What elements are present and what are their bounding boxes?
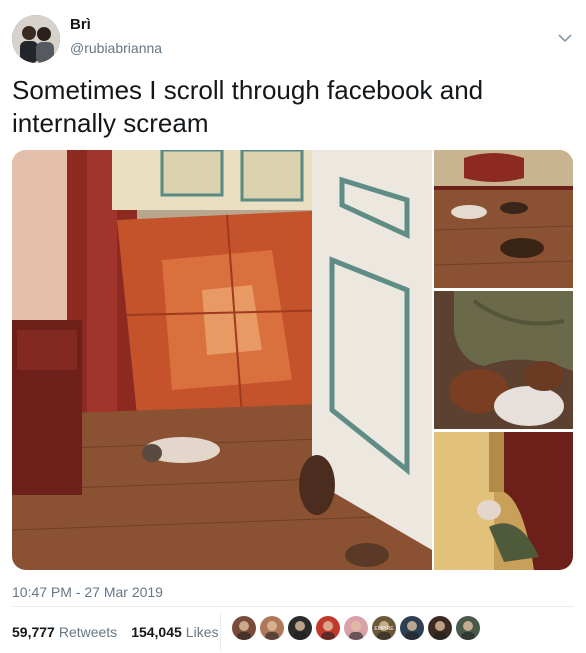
- likes-count: 154,045: [131, 624, 182, 640]
- avatar-icon: [288, 616, 312, 640]
- photo-main[interactable]: [12, 150, 432, 570]
- tweet-timestamp[interactable]: 10:47 PM - 27 Mar 2019: [12, 584, 163, 600]
- divider: [12, 606, 574, 607]
- avatar-icon: [344, 616, 368, 640]
- engagement-stats: 59,777 Retweets 154,045 Likes: [12, 620, 232, 644]
- author-handle[interactable]: @rubiabrianna: [70, 40, 162, 56]
- avatar-icon: [456, 616, 480, 640]
- author-avatar[interactable]: [12, 15, 60, 63]
- likes-stat[interactable]: 154,045 Likes: [131, 624, 218, 640]
- liker-avatar-6[interactable]: EMPIRE: [372, 616, 396, 640]
- retweets-stat[interactable]: 59,777 Retweets: [12, 624, 117, 640]
- photo-side-3[interactable]: [434, 432, 573, 570]
- photo-side-1[interactable]: [434, 150, 573, 288]
- retweets-label: Retweets: [58, 624, 118, 640]
- avatar-icon: [260, 616, 284, 640]
- avatar-icon: [316, 616, 340, 640]
- avatar-icon: [428, 616, 452, 640]
- retweets-count: 59,777: [12, 624, 55, 640]
- avatar-badge-text: EMPIRE: [374, 626, 394, 632]
- liker-avatar-4[interactable]: [316, 616, 340, 640]
- liker-avatars: EMPIRE: [232, 616, 484, 640]
- liker-avatar-2[interactable]: [260, 616, 284, 640]
- avatar-icon: [400, 616, 424, 640]
- divider-vertical: [220, 612, 221, 652]
- photo-side-2[interactable]: [434, 291, 573, 429]
- author-display-name[interactable]: Brì: [70, 16, 91, 33]
- liker-avatar-5[interactable]: [344, 616, 368, 640]
- media-grid: [12, 150, 573, 570]
- liker-avatar-8[interactable]: [428, 616, 452, 640]
- tweet-text: Sometimes I scroll through facebook and …: [12, 75, 484, 138]
- liker-avatar-7[interactable]: [400, 616, 424, 640]
- liker-avatar-3[interactable]: [288, 616, 312, 640]
- chevron-down-icon[interactable]: [558, 33, 572, 43]
- profile-photo-icon: [12, 15, 60, 63]
- liker-avatar-9[interactable]: [456, 616, 480, 640]
- tweet-header: Brì @rubiabrianna: [12, 13, 576, 63]
- likes-label: Likes: [185, 624, 219, 640]
- avatar-icon: [232, 616, 256, 640]
- avatar-icon: EMPIRE: [372, 616, 396, 640]
- liker-avatar-1[interactable]: [232, 616, 256, 640]
